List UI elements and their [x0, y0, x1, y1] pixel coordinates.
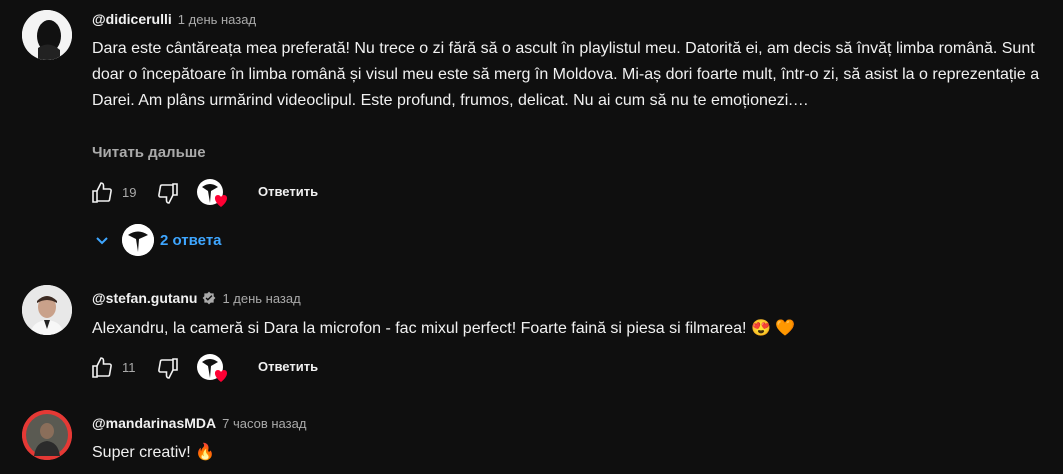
view-replies-button[interactable]: 2 ответа — [90, 222, 222, 258]
comment-text-content: Alexandru, la cameră si Dara la microfon… — [92, 320, 747, 337]
avatar[interactable] — [22, 410, 72, 460]
author-name[interactable]: @didicerulli — [92, 11, 172, 27]
emoji-fire: 🔥 — [195, 444, 216, 461]
avatar[interactable] — [22, 10, 72, 60]
comment-text: Super creativ! 🔥 — [92, 440, 1052, 466]
reply-button[interactable]: Ответить — [258, 359, 318, 374]
avatar[interactable] — [22, 285, 72, 335]
thumb-down-icon — [158, 358, 178, 379]
read-more-button[interactable]: Читать дальше — [92, 144, 206, 161]
thumb-up-icon — [92, 357, 112, 378]
thumb-down-icon — [158, 183, 178, 204]
creator-heart-icon — [197, 179, 228, 207]
creator-heart-badge — [196, 352, 230, 384]
verified-badge-icon — [203, 291, 216, 305]
like-count: 19 — [122, 185, 137, 200]
reply-button[interactable]: Ответить — [258, 184, 318, 199]
dislike-button[interactable] — [154, 177, 182, 209]
creator-heart-icon — [197, 354, 228, 382]
like-button[interactable] — [88, 352, 116, 384]
comment-text-content: Super creativ! — [92, 444, 191, 461]
author-name[interactable]: @mandarinasMDA — [92, 415, 216, 431]
comment-header: @didicerulli 1 день назад — [92, 11, 256, 27]
dislike-button[interactable] — [154, 352, 182, 384]
like-count: 11 — [122, 360, 136, 375]
author-name[interactable]: @stefan.gutanu — [92, 290, 197, 306]
comment-header: @stefan.gutanu 1 день назад — [92, 290, 301, 306]
timestamp[interactable]: 1 день назад — [222, 291, 300, 306]
comment-text: Alexandru, la cameră si Dara la microfon… — [92, 316, 1052, 342]
creator-avatar — [122, 224, 154, 256]
emoji-heart-eyes: 😍 — [750, 320, 771, 337]
comment-text: Dara este cântăreața mea preferată! Nu t… — [92, 40, 1040, 109]
like-button[interactable] — [88, 177, 116, 209]
chevron-down-icon — [96, 237, 108, 245]
emoji-orange-heart: 🧡 — [775, 320, 796, 337]
replies-count[interactable]: 2 ответа — [160, 232, 222, 249]
comment-header: @mandarinasMDA 7 часов назад — [92, 415, 306, 431]
timestamp[interactable]: 7 часов назад — [222, 416, 306, 431]
thumb-up-icon — [92, 182, 112, 203]
creator-heart-badge — [196, 177, 230, 209]
timestamp[interactable]: 1 день назад — [178, 12, 256, 27]
